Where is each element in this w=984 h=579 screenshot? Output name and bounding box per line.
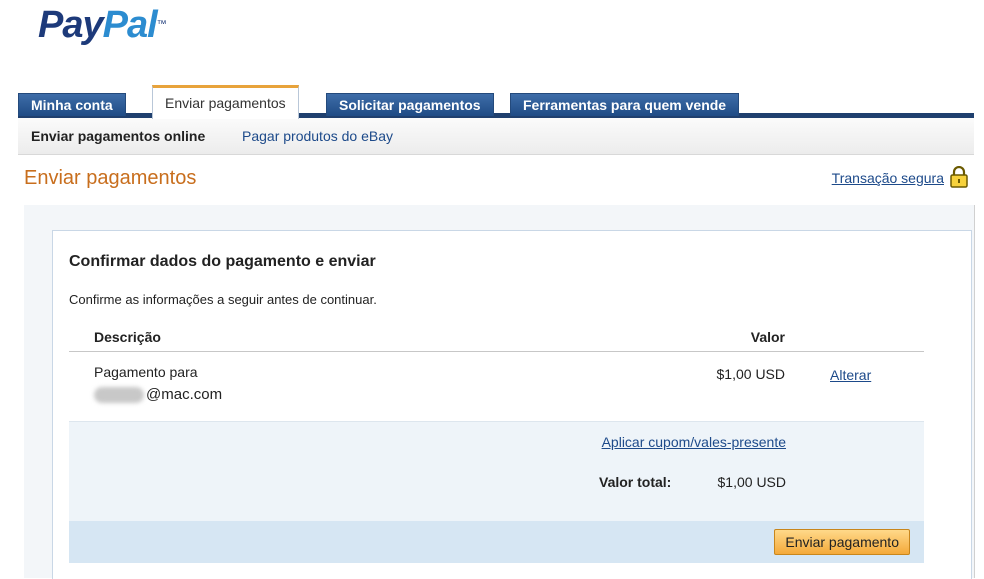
recipient-email: @mac.com: [94, 386, 222, 403]
secure-transaction-link[interactable]: Transação segura: [832, 170, 944, 186]
redacted-username: [94, 386, 144, 403]
header-divider: [69, 351, 924, 352]
lock-icon: [950, 166, 968, 188]
subnav-enviar-online[interactable]: Enviar pagamentos online: [31, 118, 205, 154]
payment-amount: $1,00 USD: [716, 366, 785, 382]
page-title: Enviar pagamentos: [24, 167, 197, 189]
coupon-section: Aplicar cupom/vales-presente Valor total…: [69, 421, 924, 522]
action-bar: Enviar pagamento: [69, 521, 924, 563]
card-subtitle: Confirme as informações a seguir antes d…: [69, 292, 377, 307]
paypal-logo: PayPal™: [38, 2, 167, 48]
confirm-payment-card: Confirmar dados do pagamento e enviar Co…: [52, 230, 972, 579]
column-header-value: Valor: [750, 329, 785, 345]
tab-ferramentas[interactable]: Ferramentas para quem vende: [510, 93, 740, 116]
page-edge: [974, 205, 975, 578]
total-label: Valor total:: [599, 474, 672, 490]
change-link[interactable]: Alterar: [830, 367, 871, 383]
tab-minha-conta[interactable]: Minha conta: [18, 93, 126, 116]
column-header-description: Descrição: [94, 329, 161, 345]
logo-trademark: ™: [156, 19, 167, 30]
sub-navigation: Enviar pagamentos online Pagar produtos …: [18, 118, 974, 155]
tab-enviar-pagamentos[interactable]: Enviar pagamentos: [152, 85, 299, 119]
card-title: Confirmar dados do pagamento e enviar: [69, 253, 376, 270]
apply-coupon-link[interactable]: Aplicar cupom/vales-presente: [602, 434, 786, 450]
email-domain: @mac.com: [146, 386, 223, 403]
send-payment-button[interactable]: Enviar pagamento: [774, 529, 910, 555]
logo-pal: Pal: [102, 4, 158, 46]
main-tabs: Minha conta Enviar pagamentos Solicitar …: [18, 85, 974, 119]
tab-solicitar-pagamentos[interactable]: Solicitar pagamentos: [326, 93, 494, 116]
total-value: $1,00 USD: [717, 474, 786, 490]
subnav-pagar-ebay[interactable]: Pagar produtos do eBay: [242, 118, 393, 154]
payment-to-label: Pagamento para: [94, 364, 198, 380]
logo-pay: Pay: [38, 4, 104, 46]
